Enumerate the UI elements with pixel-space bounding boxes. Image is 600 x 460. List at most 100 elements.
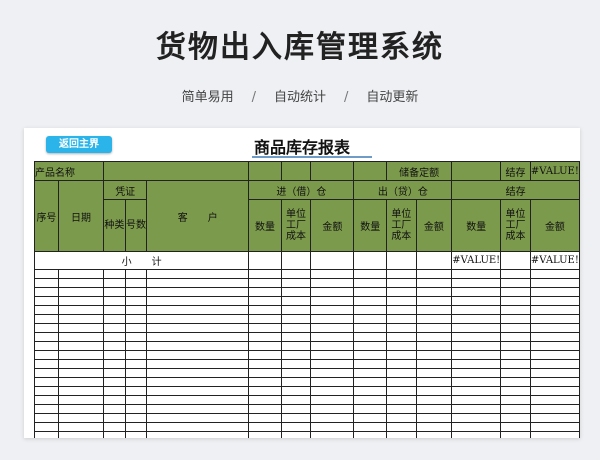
cell[interactable] xyxy=(124,296,148,306)
cell[interactable] xyxy=(500,368,531,378)
cell[interactable] xyxy=(353,296,388,306)
cell[interactable] xyxy=(500,377,531,387)
cell[interactable] xyxy=(280,287,312,297)
cell[interactable] xyxy=(146,323,250,333)
cell[interactable] xyxy=(248,386,282,396)
cell[interactable] xyxy=(451,296,502,306)
cell[interactable] xyxy=(310,305,355,315)
cell[interactable] xyxy=(124,350,148,360)
cell[interactable] xyxy=(451,359,502,369)
cell[interactable] xyxy=(103,341,126,351)
cell[interactable] xyxy=(451,350,502,360)
cell[interactable] xyxy=(500,359,531,369)
cell[interactable] xyxy=(146,278,250,288)
cell[interactable] xyxy=(529,395,580,405)
cell[interactable] xyxy=(103,413,126,423)
cell[interactable] xyxy=(500,305,531,315)
cell[interactable] xyxy=(57,314,105,324)
cell[interactable] xyxy=(146,314,250,324)
cell[interactable] xyxy=(386,413,417,423)
cell[interactable] xyxy=(386,377,417,387)
cell[interactable] xyxy=(415,395,453,405)
cell[interactable] xyxy=(500,323,531,333)
cell[interactable] xyxy=(103,287,126,297)
cell[interactable] xyxy=(353,368,388,378)
cell[interactable] xyxy=(280,404,312,414)
cell[interactable] xyxy=(415,350,453,360)
cell[interactable] xyxy=(103,422,126,432)
cell[interactable] xyxy=(248,269,282,279)
cell[interactable] xyxy=(248,404,282,414)
cell[interactable] xyxy=(57,350,105,360)
cell[interactable] xyxy=(57,404,105,414)
cell[interactable] xyxy=(57,359,105,369)
cell[interactable] xyxy=(124,305,148,315)
cell[interactable] xyxy=(34,341,59,351)
cell[interactable] xyxy=(529,287,580,297)
cell[interactable] xyxy=(310,278,355,288)
cell[interactable] xyxy=(415,431,453,438)
cell[interactable] xyxy=(146,296,250,306)
cell[interactable] xyxy=(103,368,126,378)
cell[interactable] xyxy=(310,386,355,396)
cell[interactable] xyxy=(146,359,250,369)
cell[interactable] xyxy=(415,323,453,333)
cell[interactable] xyxy=(353,251,388,270)
cell[interactable] xyxy=(353,359,388,369)
cell[interactable] xyxy=(415,404,453,414)
cell[interactable] xyxy=(57,332,105,342)
cell[interactable] xyxy=(529,278,580,288)
cell[interactable] xyxy=(529,404,580,414)
cell[interactable] xyxy=(57,341,105,351)
cell[interactable] xyxy=(415,368,453,378)
cell[interactable] xyxy=(146,350,250,360)
cell[interactable] xyxy=(415,422,453,432)
cell[interactable] xyxy=(415,305,453,315)
cell[interactable] xyxy=(124,332,148,342)
cell[interactable] xyxy=(500,332,531,342)
cell[interactable] xyxy=(34,413,59,423)
cell[interactable] xyxy=(353,404,388,414)
cell[interactable] xyxy=(310,332,355,342)
cell[interactable] xyxy=(500,296,531,306)
cell[interactable] xyxy=(248,413,282,423)
cell[interactable] xyxy=(280,431,312,438)
cell[interactable] xyxy=(34,287,59,297)
cell[interactable] xyxy=(451,431,502,438)
cell[interactable] xyxy=(310,251,355,270)
cell[interactable] xyxy=(386,296,417,306)
cell[interactable] xyxy=(248,278,282,288)
cell[interactable] xyxy=(34,377,59,387)
cell[interactable] xyxy=(103,350,126,360)
cell[interactable] xyxy=(57,431,105,438)
cell[interactable] xyxy=(248,395,282,405)
cell[interactable] xyxy=(34,395,59,405)
cell[interactable] xyxy=(124,404,148,414)
cell[interactable] xyxy=(451,278,502,288)
cell[interactable] xyxy=(103,431,126,438)
cell[interactable] xyxy=(386,359,417,369)
cell[interactable] xyxy=(248,287,282,297)
cell[interactable] xyxy=(500,350,531,360)
cell[interactable] xyxy=(280,422,312,432)
cell[interactable] xyxy=(529,341,580,351)
cell[interactable] xyxy=(451,269,502,279)
cell[interactable] xyxy=(386,395,417,405)
cell[interactable] xyxy=(529,431,580,438)
cell[interactable] xyxy=(124,413,148,423)
cell[interactable] xyxy=(124,269,148,279)
cell[interactable] xyxy=(529,296,580,306)
cell[interactable] xyxy=(500,431,531,438)
cell[interactable] xyxy=(529,269,580,279)
cell[interactable] xyxy=(310,269,355,279)
cell[interactable] xyxy=(103,404,126,414)
cell[interactable] xyxy=(103,386,126,396)
cell[interactable] xyxy=(280,332,312,342)
cell[interactable] xyxy=(34,431,59,438)
cell[interactable] xyxy=(353,377,388,387)
cell[interactable] xyxy=(386,422,417,432)
cell[interactable] xyxy=(248,341,282,351)
cell[interactable] xyxy=(386,386,417,396)
cell[interactable] xyxy=(57,269,105,279)
cell[interactable] xyxy=(529,332,580,342)
